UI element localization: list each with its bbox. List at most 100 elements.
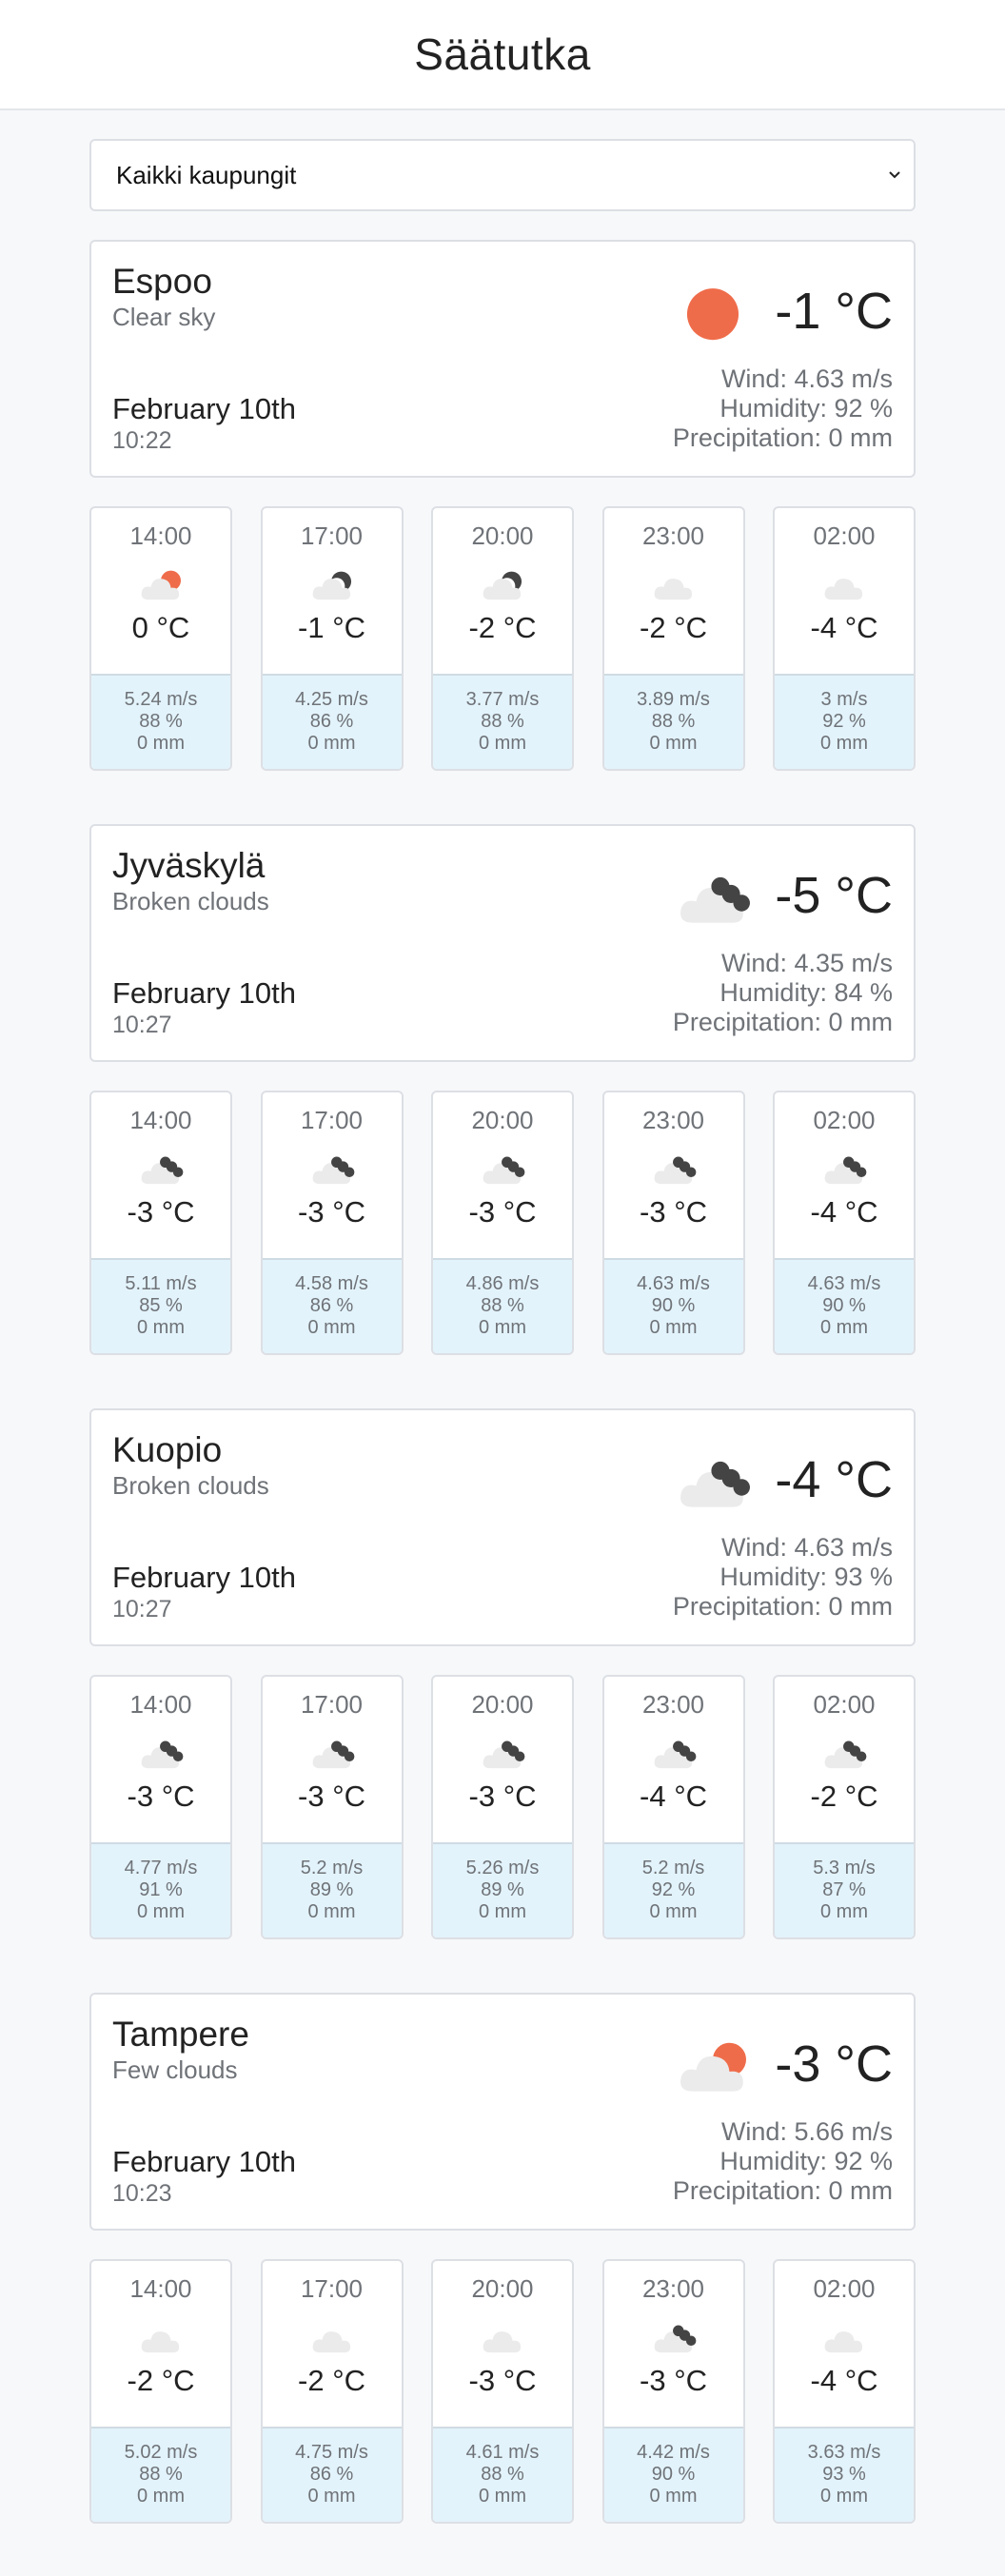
forecast-wind: 4.61 m/s: [465, 2442, 540, 2463]
cloud-icon: [483, 2331, 522, 2353]
current-temperature: -1 °C: [775, 283, 893, 340]
forecast-details: 4.61 m/s 88 % 0 mm: [433, 2427, 572, 2522]
forecast-hour: 14:00: [129, 521, 192, 550]
forecast-hour: 20:00: [471, 2274, 534, 2303]
city-section: Jyväskylä Broken clouds -5 °C February 10th…: [89, 824, 916, 1355]
forecast-row: 14:00 -3 °C 5.11 m/s 85 % 0 mm 17:00 -3 °C 4.58…: [89, 1091, 916, 1355]
forecast-wind: 4.42 m/s: [637, 2442, 710, 2463]
city-name: Jyväskylä: [112, 846, 266, 885]
current-temperature: -3 °C: [775, 2035, 893, 2093]
forecast-hour: 02:00: [813, 521, 876, 550]
broken-clouds-icon: [141, 1740, 184, 1769]
forecast-precipitation: 0 mm: [820, 2486, 868, 2507]
forecast-humidity: 88 %: [481, 1295, 524, 1316]
sun-icon: [687, 288, 739, 341]
forecast-precipitation: 0 mm: [307, 2486, 356, 2507]
page-title: Säätutka: [414, 29, 591, 79]
broken-clouds-icon: [312, 1740, 354, 1769]
city-section: Espoo Clear sky -1 °C February 10th 10:22 Win…: [89, 240, 916, 771]
forecast-hour: 17:00: [300, 2274, 364, 2303]
forecast-hour: 02:00: [813, 2274, 876, 2303]
forecast-card: 20:00 -2 °C 3.77 m/s 88 % 0 mm: [431, 506, 574, 771]
current-weather-card: Kuopio Broken clouds -4 °C February 10th 10:…: [89, 1408, 916, 1646]
forecast-wind: 3.77 m/s: [465, 689, 540, 710]
forecast-card: 23:00 -3 °C 4.63 m/s 90 % 0 mm: [601, 1091, 745, 1355]
forecast-wind: 5.11 m/s: [125, 1273, 197, 1294]
current-date: February 10th: [112, 2145, 296, 2178]
forecast-details: 5.02 m/s 88 % 0 mm: [91, 2427, 230, 2522]
broken-clouds-icon: [141, 1156, 184, 1185]
forecast-hour: 20:00: [471, 521, 534, 550]
precipitation-value: Precipitation: 0 mm: [672, 1592, 893, 1621]
weather-description: Broken clouds: [112, 1471, 269, 1500]
broken-clouds-icon: [680, 876, 751, 923]
city-section: Kuopio Broken clouds -4 °C February 10th 10:…: [89, 1408, 916, 1939]
forecast-precipitation: 0 mm: [649, 2486, 698, 2507]
forecast-card: 20:00 -3 °C 4.86 m/s 88 % 0 mm: [431, 1091, 574, 1355]
forecast-wind: 4.58 m/s: [295, 1273, 368, 1294]
forecast-precipitation: 0 mm: [307, 1317, 356, 1338]
forecast-temperature: -4 °C: [810, 611, 878, 644]
forecast-temperature: -3 °C: [468, 2364, 537, 2397]
forecast-hour: 23:00: [641, 1690, 705, 1719]
forecast-humidity: 92 %: [651, 1879, 696, 1900]
forecast-card: 14:00 -3 °C 4.77 m/s 91 % 0 mm: [89, 1675, 232, 1939]
forecast-row: 14:00 -3 °C 4.77 m/s 91 % 0 mm 17:00 -3 °C 5.2 …: [89, 1675, 916, 1939]
cloud-icon: [654, 579, 692, 600]
forecast-wind: 4.25 m/s: [295, 689, 368, 710]
wind-value: Wind: 5.66 m/s: [720, 2117, 893, 2146]
broken-clouds-icon: [654, 1156, 696, 1185]
forecast-details: 4.75 m/s 86 % 0 mm: [262, 2427, 402, 2522]
forecast-details: 3 m/s 92 % 0 mm: [775, 674, 914, 769]
forecast-precipitation: 0 mm: [137, 1317, 185, 1338]
forecast-wind: 5.2 m/s: [641, 1858, 705, 1878]
forecast-details: 3.77 m/s 88 % 0 mm: [433, 674, 572, 769]
forecast-card: 14:00 0 °C 5.24 m/s 88 % 0 mm: [89, 506, 232, 771]
forecast-card: 17:00 -3 °C 5.2 m/s 89 % 0 mm: [260, 1675, 404, 1939]
forecast-card: 23:00 -3 °C 4.42 m/s 90 % 0 mm: [601, 2259, 745, 2524]
forecast-precipitation: 0 mm: [137, 2486, 185, 2507]
forecast-card: 02:00 -4 °C 3 m/s 92 % 0 mm: [773, 506, 916, 771]
forecast-wind: 4.63 m/s: [807, 1273, 881, 1294]
forecast-details: 4.25 m/s 86 % 0 mm: [262, 674, 402, 769]
forecast-details: 4.63 m/s 90 % 0 mm: [775, 1258, 914, 1353]
forecast-row: 14:00 0 °C 5.24 m/s 88 % 0 mm 17:00 -1 °C 4.25 …: [89, 506, 916, 771]
forecast-details: 4.58 m/s 86 % 0 mm: [262, 1258, 402, 1353]
forecast-details: 3.89 m/s 88 % 0 mm: [603, 674, 743, 769]
forecast-precipitation: 0 mm: [307, 733, 356, 754]
current-date: February 10th: [112, 1561, 296, 1594]
forecast-humidity: 87 %: [822, 1879, 866, 1900]
humidity-value: Humidity: 84 %: [719, 978, 893, 1007]
forecast-card: 23:00 -4 °C 5.2 m/s 92 % 0 mm: [601, 1675, 745, 1939]
forecast-humidity: 88 %: [139, 2464, 183, 2485]
chevron-down-icon: [889, 171, 900, 179]
forecast-precipitation: 0 mm: [479, 1901, 526, 1922]
forecast-precipitation: 0 mm: [479, 2486, 526, 2507]
forecast-temperature: -3 °C: [127, 1780, 195, 1813]
forecast-humidity: 88 %: [139, 711, 183, 732]
forecast-details: 5.3 m/s 87 % 0 mm: [775, 1842, 914, 1937]
weather-description: Few clouds: [112, 2055, 238, 2084]
current-weather-card: Espoo Clear sky -1 °C February 10th 10:22 Win…: [89, 240, 916, 478]
current-temperature: -5 °C: [775, 867, 893, 924]
forecast-temperature: -2 °C: [810, 1780, 878, 1813]
city-name: Tampere: [112, 2015, 249, 2054]
forecast-humidity: 86 %: [309, 2464, 354, 2485]
forecast-precipitation: 0 mm: [649, 1317, 698, 1338]
cloud-icon: [824, 579, 863, 600]
city-select[interactable]: Kaikki kaupungit: [89, 139, 916, 211]
forecast-humidity: 86 %: [309, 1295, 354, 1316]
forecast-card: 02:00 -2 °C 5.3 m/s 87 % 0 mm: [773, 1675, 916, 1939]
broken-clouds-icon: [483, 1156, 525, 1185]
forecast-card: 20:00 -3 °C 5.26 m/s 89 % 0 mm: [431, 1675, 574, 1939]
forecast-temperature: -3 °C: [298, 1780, 365, 1813]
forecast-precipitation: 0 mm: [137, 1901, 185, 1922]
forecast-precipitation: 0 mm: [820, 1317, 868, 1338]
current-date: February 10th: [112, 392, 296, 425]
forecast-humidity: 90 %: [822, 1295, 866, 1316]
city-section: Tampere Few clouds -3 °C February 10th 10:23…: [89, 1993, 916, 2524]
forecast-temperature: -2 °C: [468, 611, 537, 644]
forecast-details: 5.24 m/s 88 % 0 mm: [91, 674, 230, 769]
broken-clouds-icon: [312, 1156, 354, 1185]
forecast-temperature: -3 °C: [127, 1195, 195, 1229]
